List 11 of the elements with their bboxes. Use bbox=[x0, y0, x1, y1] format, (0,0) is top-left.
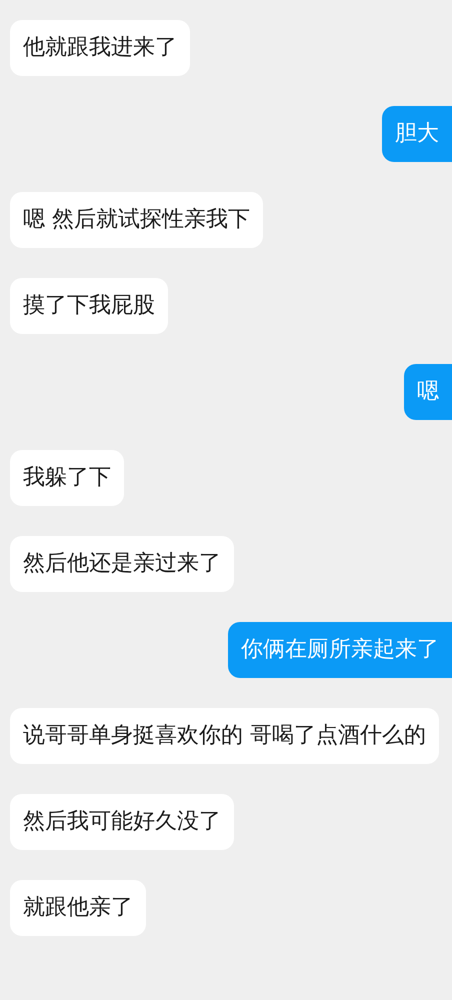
message-bubble: 他就跟我进来了 bbox=[10, 20, 190, 76]
message-bubble: 摸了下我屁股 bbox=[10, 278, 168, 334]
message-bubble: 就跟他亲了 bbox=[10, 880, 146, 936]
message-bubble: 胆大 bbox=[382, 106, 452, 162]
message-bubble: 然后我可能好久没了 bbox=[10, 794, 234, 850]
message-bubble: 你俩在厕所亲起来了 bbox=[228, 622, 452, 678]
message-bubble: 嗯 然后就试探性亲我下 bbox=[10, 192, 263, 248]
message-bubble: 说哥哥单身挺喜欢你的 哥喝了点酒什么的 bbox=[10, 708, 439, 764]
message-bubble: 然后他还是亲过来了 bbox=[10, 536, 234, 592]
message-bubble: 我躲了下 bbox=[10, 450, 124, 506]
message-bubble: 嗯 bbox=[404, 364, 452, 420]
